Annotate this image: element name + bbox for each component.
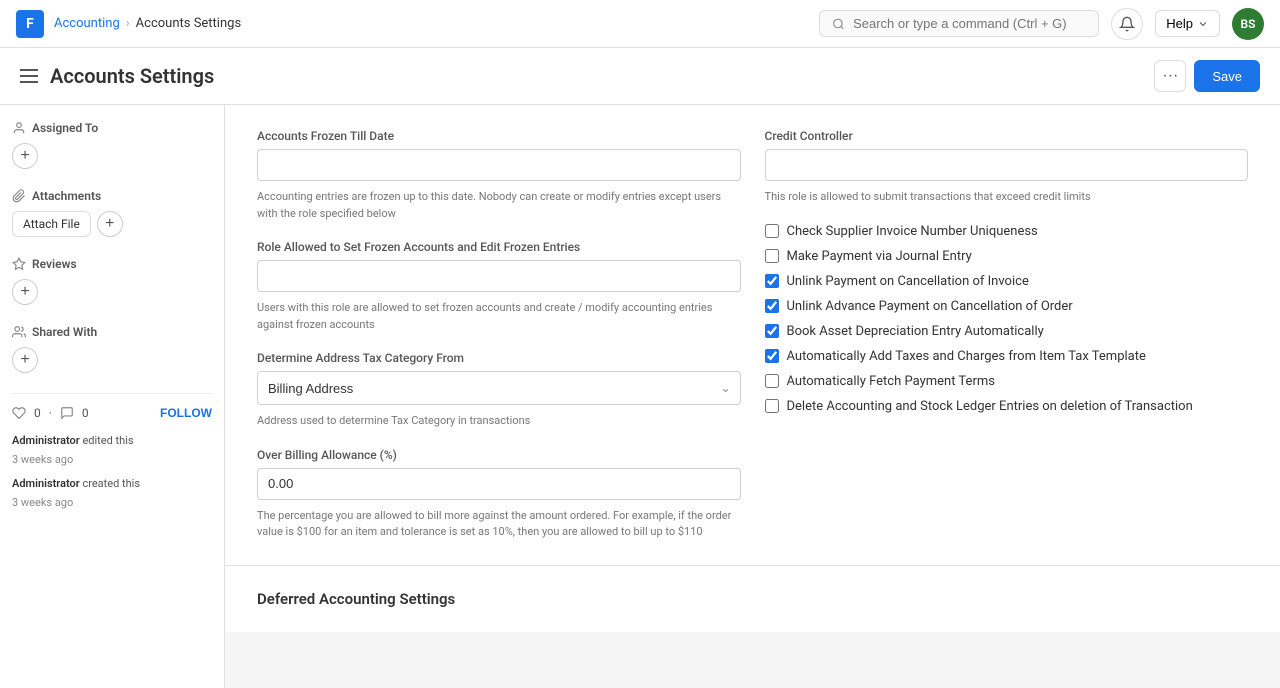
checkbox-label-4: Book Asset Depreciation Entry Automatica…: [787, 324, 1044, 339]
star-icon: [12, 257, 26, 271]
breadcrumb: Accounting › Accounts Settings: [54, 16, 241, 31]
checkbox-1[interactable]: [765, 249, 779, 263]
notifications-button[interactable]: [1111, 8, 1143, 40]
sidebar: Assigned To + Attachments Attach File + …: [0, 105, 225, 688]
search-input[interactable]: [853, 16, 1086, 31]
checkbox-4[interactable]: [765, 324, 779, 338]
app-logo[interactable]: F: [16, 10, 44, 38]
checkbox-label-6: Automatically Fetch Payment Terms: [787, 374, 995, 389]
checkbox-label-3: Unlink Advance Payment on Cancellation o…: [787, 299, 1073, 314]
activity-log: Administrator edited this3 weeks ago Adm…: [12, 432, 212, 513]
sidebar-likes-row: 0 · 0 FOLLOW: [12, 406, 212, 420]
checkbox-item: Automatically Fetch Payment Terms: [765, 374, 1249, 389]
avatar[interactable]: BS: [1232, 8, 1264, 40]
credit-controller-hint: This role is allowed to submit transacti…: [765, 189, 1249, 206]
attachments-label: Attachments: [32, 189, 101, 203]
shared-with-section: Shared With +: [12, 325, 212, 373]
checkbox-item: Check Supplier Invoice Number Uniqueness: [765, 224, 1249, 239]
checkbox-item: Unlink Payment on Cancellation of Invoic…: [765, 274, 1249, 289]
more-options-button[interactable]: ···: [1154, 60, 1186, 92]
over-billing-hint: The percentage you are allowed to bill m…: [257, 508, 741, 541]
over-billing-group: Over Billing Allowance (%) The percentag…: [257, 448, 741, 541]
checkbox-0[interactable]: [765, 224, 779, 238]
main-layout: Assigned To + Attachments Attach File + …: [0, 105, 1280, 688]
checkbox-item: Delete Accounting and Stock Ledger Entri…: [765, 399, 1249, 414]
page-title: Accounts Settings: [50, 64, 1154, 88]
attach-file-button[interactable]: Attach File: [12, 211, 91, 237]
top-nav: F Accounting › Accounts Settings Help BS: [0, 0, 1280, 48]
address-tax-select-wrap: Billing Address Shipping Address ⌄: [257, 371, 741, 405]
checkbox-item: Unlink Advance Payment on Cancellation o…: [765, 299, 1249, 314]
chevron-down-icon: [1197, 18, 1209, 30]
checkbox-label-2: Unlink Payment on Cancellation of Invoic…: [787, 274, 1029, 289]
checkbox-3[interactable]: [765, 299, 779, 313]
checkbox-item: Book Asset Depreciation Entry Automatica…: [765, 324, 1249, 339]
checkbox-item: Make Payment via Journal Entry: [765, 249, 1249, 264]
follow-button[interactable]: FOLLOW: [160, 406, 212, 420]
accounts-frozen-input[interactable]: [257, 149, 741, 181]
save-button[interactable]: Save: [1194, 60, 1260, 92]
nav-right: Help BS: [1111, 8, 1264, 40]
deferred-section: Deferred Accounting Settings: [225, 566, 1280, 632]
accounts-frozen-hint: Accounting entries are frozen up to this…: [257, 189, 741, 222]
add-shared-with-button[interactable]: +: [12, 347, 38, 373]
assigned-to-section: Assigned To +: [12, 121, 212, 169]
paperclip-icon: [12, 189, 26, 203]
share-icon: [12, 325, 26, 339]
content-area: Accounts Frozen Till Date Accounting ent…: [225, 105, 1280, 688]
deferred-title: Deferred Accounting Settings: [257, 590, 1248, 608]
menu-toggle[interactable]: [20, 69, 38, 83]
add-review-button[interactable]: +: [12, 279, 38, 305]
checkbox-item: Automatically Add Taxes and Charges from…: [765, 349, 1249, 364]
credit-controller-group: Credit Controller This role is allowed t…: [765, 129, 1249, 206]
assigned-to-label: Assigned To: [32, 121, 98, 135]
address-tax-group: Determine Address Tax Category From Bill…: [257, 351, 741, 430]
settings-checkboxes: Check Supplier Invoice Number Uniqueness…: [765, 224, 1249, 414]
comment-icon: [60, 406, 74, 420]
accounts-frozen-group: Accounts Frozen Till Date Accounting ent…: [257, 129, 741, 222]
credit-controller-input[interactable]: [765, 149, 1249, 181]
right-form-col: Credit Controller This role is allowed t…: [765, 129, 1249, 541]
header-actions: ··· Save: [1154, 60, 1260, 92]
page-header: Accounts Settings ··· Save: [0, 48, 1280, 105]
role-frozen-label: Role Allowed to Set Frozen Accounts and …: [257, 240, 741, 254]
checkbox-label-1: Make Payment via Journal Entry: [787, 249, 972, 264]
help-button[interactable]: Help: [1155, 10, 1220, 37]
breadcrumb-current: Accounts Settings: [136, 16, 242, 31]
heart-icon: [12, 406, 26, 420]
reviews-label: Reviews: [32, 257, 77, 271]
role-frozen-hint: Users with this role are allowed to set …: [257, 300, 741, 333]
search-icon: [832, 17, 845, 31]
attachments-section: Attachments Attach File +: [12, 189, 212, 237]
settings-form-grid: Accounts Frozen Till Date Accounting ent…: [257, 129, 1248, 541]
role-frozen-input[interactable]: [257, 260, 741, 292]
add-assigned-to-button[interactable]: +: [12, 143, 38, 169]
search-bar[interactable]: [819, 10, 1099, 37]
checkbox-label-0: Check Supplier Invoice Number Uniqueness: [787, 224, 1038, 239]
role-frozen-group: Role Allowed to Set Frozen Accounts and …: [257, 240, 741, 333]
address-tax-hint: Address used to determine Tax Category i…: [257, 413, 741, 430]
checkbox-7[interactable]: [765, 399, 779, 413]
checkbox-label-5: Automatically Add Taxes and Charges from…: [787, 349, 1146, 364]
over-billing-label: Over Billing Allowance (%): [257, 448, 741, 462]
checkbox-6[interactable]: [765, 374, 779, 388]
breadcrumb-accounting[interactable]: Accounting: [54, 16, 120, 31]
add-attachment-button[interactable]: +: [97, 211, 123, 237]
comments-count: 0: [82, 406, 89, 420]
credit-controller-label: Credit Controller: [765, 129, 1249, 143]
shared-with-label: Shared With: [32, 325, 97, 339]
address-tax-label: Determine Address Tax Category From: [257, 351, 741, 365]
address-tax-select[interactable]: Billing Address Shipping Address: [257, 371, 741, 405]
checkbox-5[interactable]: [765, 349, 779, 363]
likes-count: 0: [34, 406, 41, 420]
accounts-settings-card: Accounts Frozen Till Date Accounting ent…: [225, 105, 1280, 566]
person-icon: [12, 121, 26, 135]
accounts-frozen-label: Accounts Frozen Till Date: [257, 129, 741, 143]
checkbox-label-7: Delete Accounting and Stock Ledger Entri…: [787, 399, 1193, 414]
over-billing-input[interactable]: [257, 468, 741, 500]
checkbox-2[interactable]: [765, 274, 779, 288]
bell-icon: [1119, 16, 1135, 32]
reviews-section: Reviews +: [12, 257, 212, 305]
left-form-col: Accounts Frozen Till Date Accounting ent…: [257, 129, 741, 541]
